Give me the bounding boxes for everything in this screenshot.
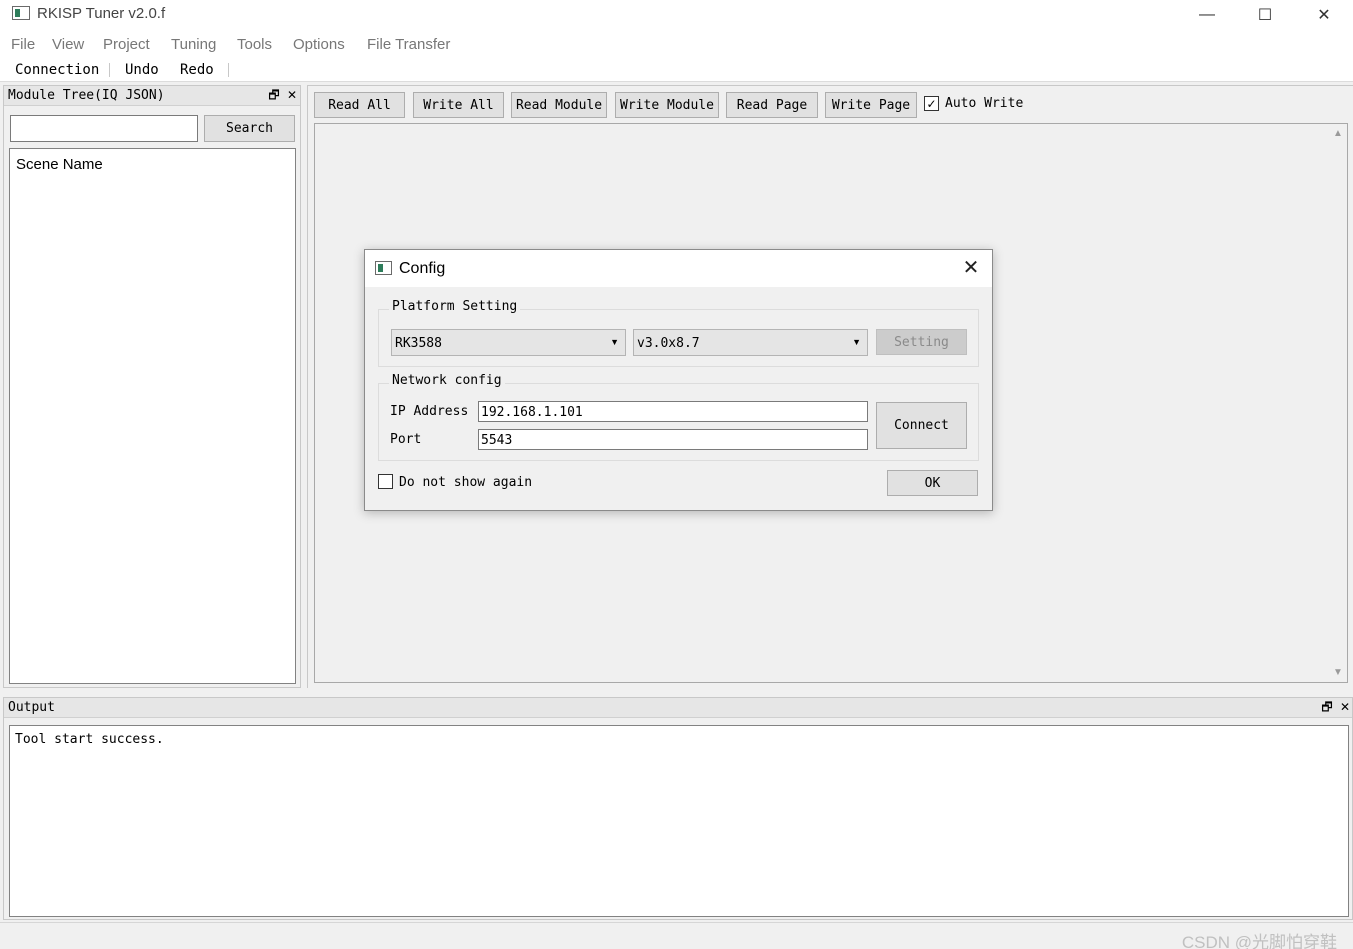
output-log-text: Tool start success.: [15, 732, 164, 747]
vertical-scrollbar[interactable]: ▲ ▼: [1330, 124, 1347, 682]
app-icon: [12, 6, 30, 20]
minimize-icon: —: [1199, 6, 1215, 23]
ip-address-label: IP Address: [390, 404, 469, 419]
close-icon[interactable]: ✕: [284, 87, 300, 103]
status-bar: CSDN @光脚怕穿鞋: [0, 922, 1353, 949]
output-dock: Output 🗗 ✕ Tool start success.: [3, 697, 1353, 920]
tree-header-scene-name: Scene Name: [16, 156, 103, 173]
auto-write-checkbox[interactable]: ✓: [924, 96, 939, 111]
dialog-close-icon[interactable]: ✕: [959, 256, 983, 280]
connect-button[interactable]: Connect: [876, 402, 967, 449]
scroll-down-icon[interactable]: ▼: [1333, 667, 1343, 678]
undo-button[interactable]: Undo: [125, 62, 159, 78]
ip-address-value: 192.168.1.101: [481, 405, 583, 420]
module-tree-title: Module Tree(IQ JSON): [8, 88, 165, 103]
menu-tuning[interactable]: Tuning: [171, 36, 216, 53]
menu-file-transfer[interactable]: File Transfer: [367, 36, 450, 53]
menu-bar: File View Project Tuning Tools Options F…: [0, 30, 1353, 58]
menu-view[interactable]: View: [52, 36, 84, 53]
read-page-button[interactable]: Read Page: [726, 92, 818, 118]
scroll-up-icon[interactable]: ▲: [1333, 128, 1343, 139]
toolbar-separator: [228, 63, 229, 77]
float-icon[interactable]: 🗗: [1319, 699, 1335, 715]
float-icon[interactable]: 🗗: [266, 87, 282, 103]
module-tree-dock-title: Module Tree(IQ JSON) 🗗 ✕: [4, 86, 300, 106]
menu-options[interactable]: Options: [293, 36, 345, 53]
platform-setting-title: Platform Setting: [389, 299, 521, 314]
platform-select[interactable]: RK3588 ▼: [391, 329, 626, 356]
output-dock-title: Output 🗗 ✕: [4, 698, 1352, 718]
menu-tools[interactable]: Tools: [237, 36, 272, 53]
write-module-button[interactable]: Write Module: [615, 92, 719, 118]
auto-write-label: Auto Write: [945, 96, 1024, 111]
search-button[interactable]: Search: [204, 115, 295, 142]
window-title: RKISP Tuner v2.0.f: [37, 5, 166, 22]
version-select[interactable]: v3.0x8.7 ▼: [633, 329, 868, 356]
title-bar: RKISP Tuner v2.0.f — ☐ ✕: [0, 0, 1353, 30]
version-select-value: v3.0x8.7: [637, 336, 700, 351]
maximize-icon: ☐: [1257, 7, 1273, 24]
port-field[interactable]: 5543: [478, 429, 868, 450]
maximize-button[interactable]: ☐: [1236, 0, 1294, 30]
config-dialog: Config ✕ Platform Setting RK3588 ▼ v3.0x…: [364, 249, 993, 511]
do-not-show-again-checkbox[interactable]: [378, 474, 393, 489]
redo-button[interactable]: Redo: [180, 62, 214, 78]
module-search-input[interactable]: [10, 115, 198, 142]
write-page-button[interactable]: Write Page: [825, 92, 917, 118]
write-all-button[interactable]: Write All: [413, 92, 504, 118]
ok-button[interactable]: OK: [887, 470, 978, 496]
read-module-button[interactable]: Read Module: [511, 92, 607, 118]
chevron-down-icon: ▼: [610, 337, 619, 347]
watermark: CSDN @光脚怕穿鞋: [1181, 933, 1337, 949]
do-not-show-again-label: Do not show again: [399, 475, 533, 490]
module-tree-dock: Module Tree(IQ JSON) 🗗 ✕ Search Scene Na…: [3, 85, 301, 688]
checkmark-icon: ✓: [926, 96, 937, 111]
chevron-down-icon: ▼: [852, 337, 861, 347]
read-all-button[interactable]: Read All: [314, 92, 405, 118]
setting-button[interactable]: Setting: [876, 329, 967, 355]
output-title: Output: [8, 700, 55, 715]
close-icon[interactable]: ✕: [1337, 699, 1353, 715]
platform-select-value: RK3588: [395, 336, 442, 351]
port-value: 5543: [481, 433, 513, 448]
network-config-title: Network config: [389, 373, 505, 388]
dialog-title: Config: [399, 260, 446, 277]
toolbar: Connection Undo Redo: [0, 58, 1353, 82]
menu-file[interactable]: File: [11, 36, 35, 53]
minimize-button[interactable]: —: [1178, 0, 1236, 30]
close-icon: ✕: [1317, 7, 1331, 24]
dialog-title-bar: Config ✕: [365, 250, 992, 287]
menu-project[interactable]: Project: [103, 36, 150, 53]
app-icon: [375, 261, 392, 275]
platform-setting-group: Platform Setting RK3588 ▼ v3.0x8.7 ▼ Set…: [378, 299, 979, 367]
connection-button[interactable]: Connection: [15, 62, 99, 78]
close-button[interactable]: ✕: [1295, 0, 1353, 30]
network-config-group: Network config IP Address 192.168.1.101 …: [378, 373, 979, 461]
port-label: Port: [390, 432, 422, 447]
ip-address-field[interactable]: 192.168.1.101: [478, 401, 868, 422]
output-log[interactable]: Tool start success.: [9, 725, 1349, 917]
toolbar-separator: [109, 63, 110, 77]
module-tree-view[interactable]: Scene Name: [9, 148, 296, 684]
